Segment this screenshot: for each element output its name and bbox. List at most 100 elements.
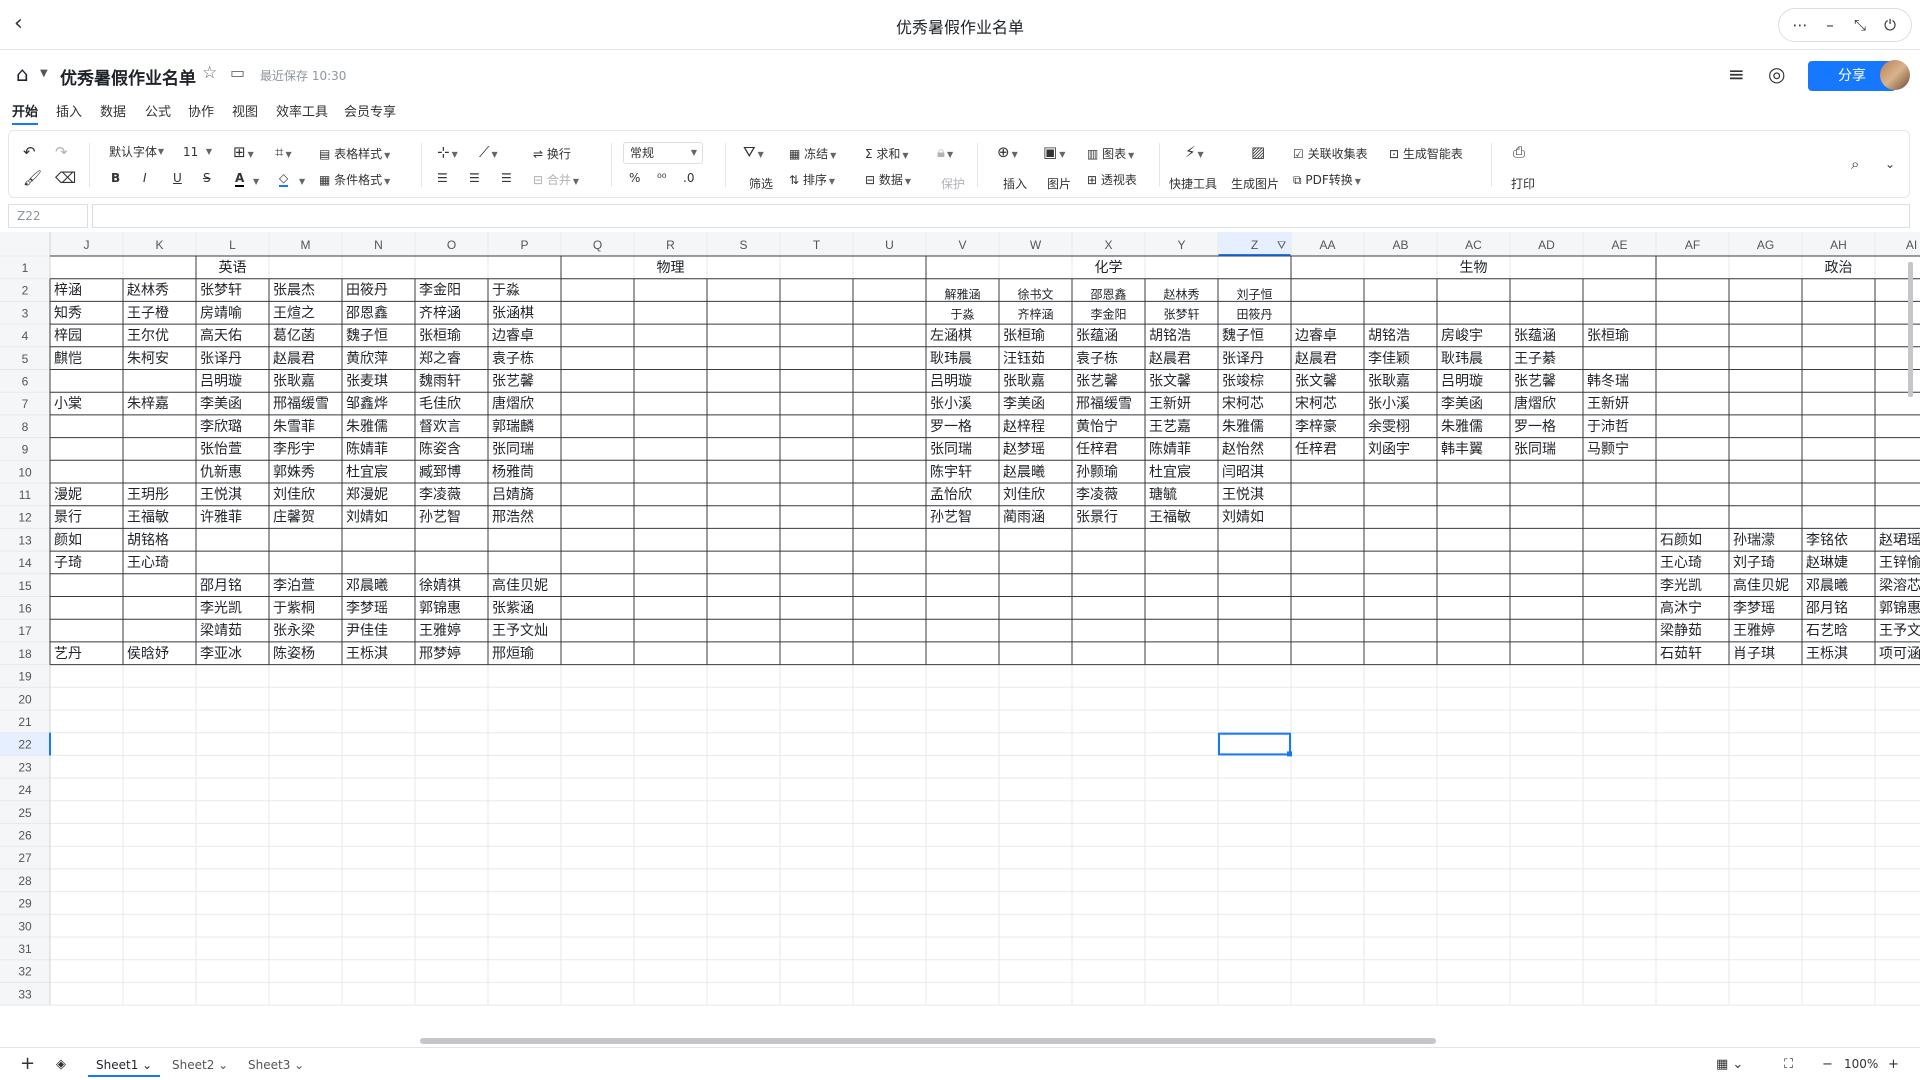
collapse-toolbar-icon[interactable]: ⌄: [1885, 157, 1895, 171]
font-select[interactable]: 默认字体 ▼: [103, 142, 169, 164]
cell[interactable]: 高佳贝妮: [1733, 577, 1789, 593]
print-label[interactable]: 打印: [1511, 175, 1535, 192]
cell[interactable]: 马颢宁: [1587, 441, 1629, 457]
cell[interactable]: 王栎淇: [346, 645, 388, 661]
percent-icon[interactable]: %: [629, 171, 640, 185]
cell[interactable]: 王新妍: [1587, 395, 1629, 411]
col-header-af[interactable]: AF: [1685, 238, 1700, 252]
cell[interactable]: 邵恩鑫: [1090, 287, 1126, 302]
align-left-icon[interactable]: ☰: [437, 171, 448, 185]
image-label[interactable]: 图片: [1047, 175, 1071, 192]
name-box[interactable]: Z22: [8, 204, 88, 228]
subject-header[interactable]: 物理: [657, 259, 685, 275]
col-header-ac[interactable]: AC: [1465, 238, 1482, 252]
cell[interactable]: 张蕴涵: [1514, 327, 1556, 343]
col-header-r[interactable]: R: [666, 238, 675, 252]
cell[interactable]: 景行: [54, 509, 82, 525]
cell[interactable]: 李亚冰: [200, 645, 242, 661]
cell[interactable]: 王雅婷: [1733, 622, 1775, 638]
cell[interactable]: 孙瑞濛: [1733, 531, 1775, 547]
cell[interactable]: 田筱丹: [1236, 306, 1272, 321]
grid-canvas[interactable]: J K L M N O P Q R S T U V W X Y Z AA AB AC AD AE AF AG AH AI⛛1234…: [0, 232, 1920, 1047]
cell[interactable]: 于沛哲: [1587, 418, 1629, 434]
cell[interactable]: 麒恺: [54, 350, 82, 366]
cell[interactable]: 张译丹: [200, 350, 242, 366]
cell[interactable]: 李美函: [1441, 395, 1483, 411]
cell[interactable]: 刘子琦: [1733, 554, 1775, 570]
cell[interactable]: 孟怡欣: [930, 486, 972, 502]
cell[interactable]: 石颜如: [1660, 531, 1702, 547]
cell[interactable]: 张涵棋: [492, 304, 534, 320]
cell[interactable]: 罗一格: [930, 418, 972, 434]
row-header-16[interactable]: 16: [18, 602, 32, 616]
font-size-select[interactable]: 11 ▼: [177, 142, 217, 164]
row-header-11[interactable]: 11: [19, 488, 32, 502]
border-icon[interactable]: ⊞ ▼: [233, 143, 254, 161]
cell[interactable]: 张怡萱: [200, 441, 242, 457]
row-header-14[interactable]: 14: [18, 556, 32, 570]
cell[interactable]: 张景行: [1076, 509, 1118, 525]
merge-button[interactable]: ⊟ 合并 ▼: [533, 171, 579, 188]
cell[interactable]: 赵晨君: [1295, 350, 1337, 366]
cell[interactable]: 邓晨曦: [346, 577, 388, 593]
col-header-ah[interactable]: AH: [1830, 238, 1847, 252]
cell[interactable]: 杨雅茼: [492, 463, 534, 479]
cell[interactable]: 赵林秀: [1163, 288, 1199, 302]
cell[interactable]: 陈姿杨: [273, 645, 315, 661]
cell[interactable]: 袁子栋: [1076, 350, 1118, 366]
cell[interactable]: 房峻宇: [1441, 327, 1483, 343]
cell[interactable]: 李美函: [200, 395, 242, 411]
fullscreen-icon[interactable]: ⛶: [1784, 1057, 1793, 1072]
cell[interactable]: 边睿卓: [492, 327, 534, 343]
row-header-15[interactable]: 15: [18, 579, 32, 593]
cell[interactable]: 孙艺智: [930, 509, 972, 525]
cell[interactable]: 宋柯芯: [1222, 395, 1264, 411]
cell[interactable]: 耿玮晨: [1441, 350, 1483, 366]
strikethrough-icon[interactable]: S: [203, 171, 211, 185]
text-direction-icon[interactable]: ⟋ ▼: [479, 143, 498, 161]
row-header-9[interactable]: 9: [22, 443, 29, 457]
cell[interactable]: 高佳贝妮: [492, 577, 548, 593]
cell[interactable]: 郭姝秀: [273, 463, 315, 479]
tab-sheet1[interactable]: Sheet1 ⌄: [88, 1053, 161, 1077]
menu-icon[interactable]: ≡: [1728, 62, 1745, 86]
format-painter-icon[interactable]: 🖌: [23, 169, 42, 187]
row-header-30[interactable]: 30: [18, 919, 32, 933]
subject-header[interactable]: 化学: [1095, 259, 1123, 275]
cell[interactable]: 杜宜宸: [346, 463, 388, 479]
cell[interactable]: 邢福缓雪: [1076, 395, 1132, 411]
row-header-22[interactable]: 22: [18, 738, 32, 752]
row-header-2[interactable]: 2: [22, 284, 29, 298]
tab-formula[interactable]: 公式: [145, 101, 171, 120]
row-header-17[interactable]: 17: [18, 624, 32, 638]
cell[interactable]: 石茹轩: [1660, 645, 1702, 661]
filter-icon[interactable]: ⛛ ▼: [743, 143, 764, 161]
decimals-button[interactable]: .0: [683, 171, 694, 185]
cell[interactable]: 赵晨君: [1149, 350, 1191, 366]
home-icon[interactable]: ⌂: [16, 62, 29, 86]
cell[interactable]: 张晨杰: [273, 282, 315, 298]
cell[interactable]: 张同瑞: [930, 441, 972, 457]
cell[interactable]: 韩冬瑞: [1587, 373, 1629, 389]
cell[interactable]: 张艺馨: [1076, 373, 1118, 389]
cell[interactable]: 李金阳: [1090, 306, 1126, 321]
col-header-ag[interactable]: AG: [1757, 238, 1774, 252]
cell[interactable]: 高沐宁: [1660, 600, 1702, 616]
cell[interactable]: 邵月铭: [1806, 600, 1848, 616]
cell[interactable]: 邵月铭: [200, 577, 242, 593]
cell[interactable]: 张译丹: [1222, 350, 1264, 366]
cell[interactable]: 王予文灿: [1879, 622, 1920, 638]
cell[interactable]: 于淼: [492, 282, 520, 298]
cell[interactable]: 张桓瑜: [1587, 327, 1629, 343]
cell[interactable]: 王雅婷: [419, 622, 461, 638]
cell[interactable]: 吕婧旖: [492, 486, 534, 502]
tab-start[interactable]: 开始: [12, 101, 39, 125]
subject-header[interactable]: 英语: [219, 259, 247, 275]
cell[interactable]: 韩丰翼: [1441, 441, 1483, 457]
tab-data[interactable]: 数据: [100, 101, 126, 120]
eraser-icon[interactable]: ⌫: [55, 169, 76, 187]
col-header-ae[interactable]: AE: [1611, 238, 1627, 252]
cell[interactable]: 杜宜宸: [1149, 463, 1191, 479]
cell[interactable]: 邹鑫烨: [346, 395, 388, 411]
sort-button[interactable]: ⇅ 排序 ▼: [789, 171, 835, 188]
